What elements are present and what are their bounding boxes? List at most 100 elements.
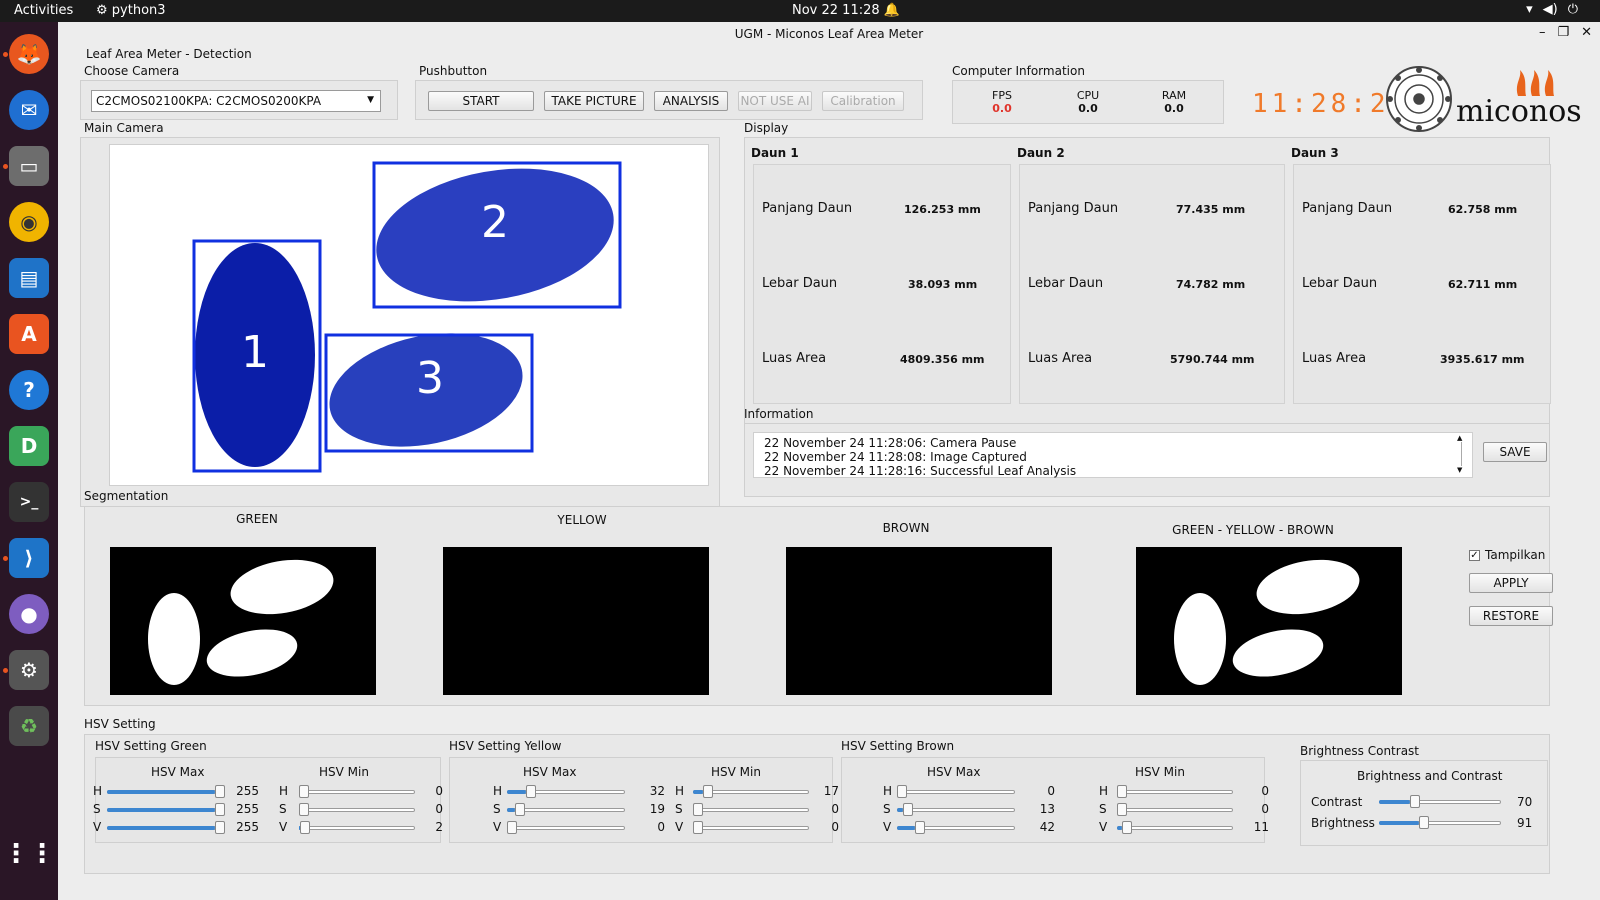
firefox-icon[interactable]: 🦊 <box>9 34 49 74</box>
bell-icon: 🔔 <box>883 3 900 18</box>
computer-info-label: Computer Information <box>952 64 1085 78</box>
activities-button[interactable]: Activities <box>14 3 73 18</box>
yellow-max-v-slider[interactable] <box>507 821 625 835</box>
scroll-track[interactable] <box>1461 442 1467 466</box>
brown-min-s-slider[interactable] <box>1117 803 1233 817</box>
maximize-icon[interactable]: ❐ <box>1557 25 1569 40</box>
take-picture-button[interactable]: TAKE PICTURE <box>544 91 644 111</box>
slider-knob[interactable] <box>526 785 536 798</box>
brown-min-v-slider[interactable] <box>1117 821 1233 835</box>
slider-knob[interactable] <box>507 821 517 834</box>
scroll-up-icon[interactable]: ▲ <box>1457 434 1467 442</box>
scroll-down-icon[interactable]: ▼ <box>1457 466 1467 474</box>
analysis-button[interactable]: ANALYSIS <box>654 91 728 111</box>
leaf-1-title: Daun 1 <box>751 146 799 160</box>
green-max-v-slider[interactable] <box>107 821 225 835</box>
vscode-icon[interactable]: ⟩ <box>9 538 49 578</box>
slider-knob[interactable] <box>1410 795 1420 808</box>
calibration-button[interactable]: Calibration <box>822 91 904 111</box>
slider-knob[interactable] <box>300 821 310 834</box>
appcenter-icon[interactable]: A <box>9 314 49 354</box>
yellow-max-h-slider[interactable] <box>507 785 625 799</box>
yellow-title: YELLOW <box>557 513 607 527</box>
brown-max-v-slider[interactable] <box>897 821 1015 835</box>
system-tray[interactable]: ▾ ◀) ⏻ <box>1526 2 1578 17</box>
tampilkan-label: Tampilkan <box>1485 548 1546 562</box>
running-indicator <box>3 668 8 673</box>
yellow-min-v-slider[interactable] <box>693 821 809 835</box>
green-max-value: 255 <box>236 802 259 816</box>
settings-icon[interactable]: ⚙ <box>9 650 49 690</box>
green-min-v-slider[interactable] <box>299 821 415 835</box>
slider-knob[interactable] <box>1117 803 1127 816</box>
restore-button[interactable]: RESTORE <box>1469 606 1553 626</box>
brown-max-h-slider[interactable] <box>897 785 1015 799</box>
information-log[interactable]: 22 November 24 11:28:06: Camera Pause 22… <box>753 432 1473 478</box>
log-scrollbar[interactable]: ▲ ▼ <box>1457 434 1467 478</box>
slider-knob[interactable] <box>693 821 703 834</box>
hsv-channel-label: H <box>675 784 685 798</box>
green-max-s-slider[interactable] <box>107 803 225 817</box>
tampilkan-checkbox[interactable]: ✓ <box>1469 550 1480 561</box>
fps-stat: FPS 0.0 <box>979 89 1025 115</box>
rhythmbox-icon[interactable]: ◉ <box>9 202 49 242</box>
trash-icon[interactable]: ♻ <box>9 706 49 746</box>
save-button[interactable]: SAVE <box>1483 442 1547 462</box>
computer-info-group: FPS 0.0 CPU 0.0 RAM 0.0 <box>952 80 1224 124</box>
brown-max-s-slider[interactable] <box>897 803 1015 817</box>
green-min-s-slider[interactable] <box>299 803 415 817</box>
leaf-1-id: 1 <box>241 327 269 378</box>
thunderbird-icon[interactable]: ✉ <box>9 90 49 130</box>
minimize-icon[interactable]: – <box>1539 25 1546 40</box>
camera-icon[interactable]: ● <box>9 594 49 634</box>
contrast-slider[interactable] <box>1379 795 1501 809</box>
display-label: Display <box>744 121 789 135</box>
slider-knob[interactable] <box>1122 821 1132 834</box>
ram-value: 0.0 <box>1164 102 1184 115</box>
slider-knob[interactable] <box>1117 785 1127 798</box>
app-grid-icon[interactable]: ⋮⋮ <box>3 834 55 874</box>
slider-knob[interactable] <box>693 803 703 816</box>
slider-knob[interactable] <box>897 785 907 798</box>
slider-knob[interactable] <box>903 803 913 816</box>
green-mask-view <box>110 547 376 695</box>
apply-button[interactable]: APPLY <box>1469 573 1553 593</box>
system-clock[interactable]: Nov 22 11:28 🔔 <box>792 3 900 18</box>
brightness-group: Brightness and Contrast Contrast 70 Brig… <box>1300 760 1548 846</box>
dbeaver-icon[interactable]: D <box>9 426 49 466</box>
terminal-icon[interactable]: >_ <box>9 482 49 522</box>
slider-knob[interactable] <box>215 821 225 834</box>
slider-knob[interactable] <box>515 803 525 816</box>
slider-knob[interactable] <box>299 803 309 816</box>
camera-select[interactable]: C2CMOS02100KPA: C2CMOS0200KPA ▼ <box>91 90 381 112</box>
cpu-label: CPU <box>1076 89 1100 102</box>
brightness-slider[interactable] <box>1379 816 1501 830</box>
yellow-max-s-slider[interactable] <box>507 803 625 817</box>
yellow-min-h-slider[interactable] <box>693 785 809 799</box>
slider-knob[interactable] <box>299 785 309 798</box>
slider-knob[interactable] <box>915 821 925 834</box>
power-icon[interactable]: ⏻ <box>1568 2 1578 17</box>
slider-knob[interactable] <box>215 803 225 816</box>
close-icon[interactable]: ✕ <box>1581 25 1592 40</box>
slider-knob[interactable] <box>703 785 713 798</box>
green-min-h-slider[interactable] <box>299 785 415 799</box>
brown-hsv-max-title: HSV Max <box>927 765 981 779</box>
slider-knob[interactable] <box>1419 816 1429 829</box>
writer-icon[interactable]: ▤ <box>9 258 49 298</box>
yellow-min-s-slider[interactable] <box>693 803 809 817</box>
log-line: 22 November 24 11:28:06: Camera Pause <box>764 436 1017 450</box>
green-max-h-slider[interactable] <box>107 785 225 799</box>
volume-icon[interactable]: ◀) <box>1543 2 1558 17</box>
main-camera-view: 1 2 3 <box>109 144 709 486</box>
running-indicator <box>3 556 8 561</box>
not-use-ai-button[interactable]: NOT USE AI <box>738 91 812 111</box>
brown-min-h-slider[interactable] <box>1117 785 1233 799</box>
help-icon[interactable]: ? <box>9 370 49 410</box>
wifi-icon[interactable]: ▾ <box>1526 2 1533 17</box>
app-menu[interactable]: ⚙ python3 <box>96 3 166 18</box>
slider-knob[interactable] <box>215 785 225 798</box>
brown-max-value: 0 <box>1047 784 1055 798</box>
files-icon[interactable]: ▭ <box>9 146 49 186</box>
start-button[interactable]: START <box>428 91 534 111</box>
